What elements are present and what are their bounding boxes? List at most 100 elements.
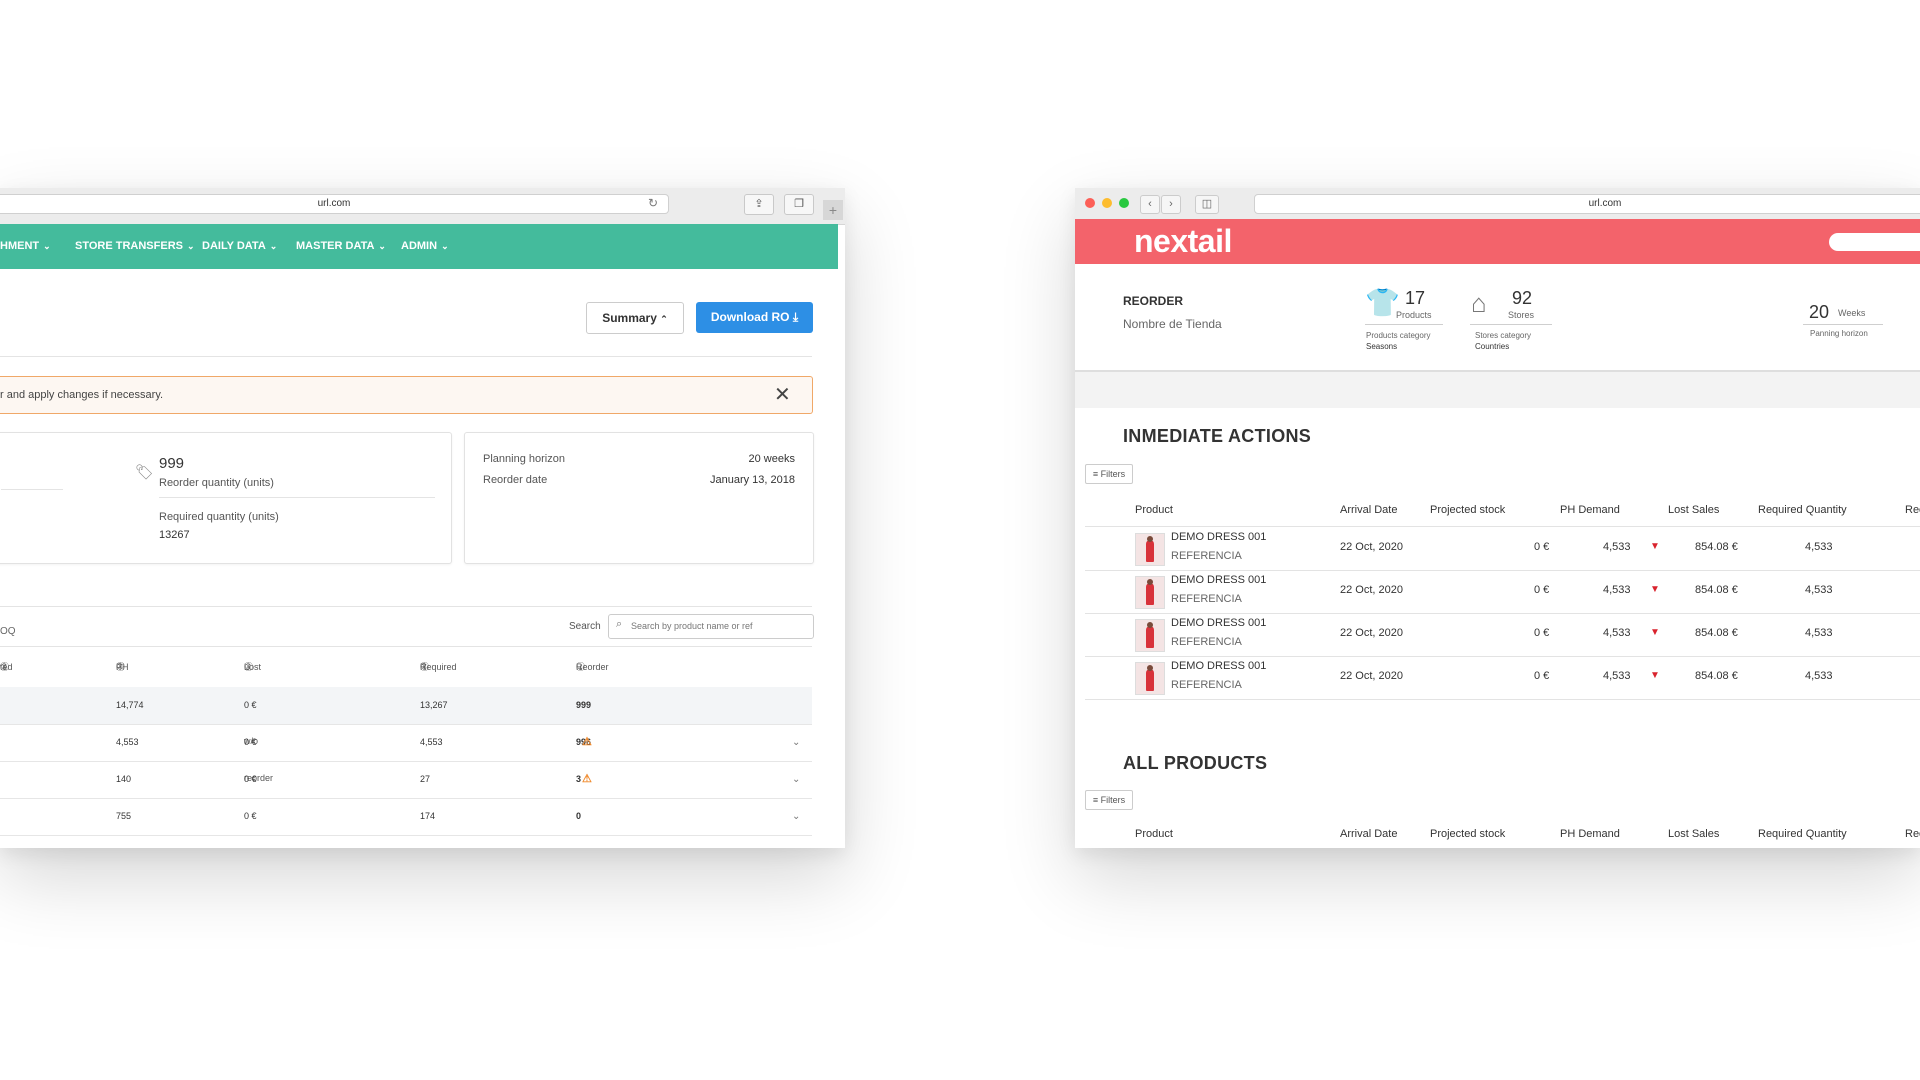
table-row[interactable]: DEMO DRESS 001 REFERENCIA 22 Oct, 2020 0… [1085,570,1920,614]
col-ph-demand[interactable]: PH Demand [1560,504,1620,516]
col-arrival-date[interactable]: Arrival Date [1340,504,1397,516]
address-bar[interactable]: url.com [0,194,669,214]
cell-ph-demand: 4,553 [116,737,139,747]
col-arrival-date[interactable]: Arrival Date [1340,828,1397,840]
minimize-window-icon[interactable] [1102,198,1112,208]
search-placeholder: Search by product name or ref [631,621,753,631]
nav-item-store-transfers[interactable]: STORE TRANSFERS ⌄ [75,224,195,269]
table-row[interactable]: DEMO DRESS 001 REFERENCIA 22 Oct, 2020 0… [1085,613,1920,657]
back-icon[interactable]: ‹ [1140,195,1160,214]
filters-button[interactable]: ≡ Filters [1085,790,1133,810]
product-name: DEMO DRESS 001 [1171,660,1267,672]
cell-projected-stock: 0 € [1534,541,1550,553]
col-projected-stock[interactable]: ted stock ⇳ ⓘ [0,649,21,709]
col-ph-demand[interactable]: PH Demand [1560,828,1620,840]
moq-label: OQ [0,626,16,637]
col-reorder[interactable]: Rec [1905,504,1920,516]
nextail-logo[interactable]: nextail [1134,221,1232,261]
main-nav: HMENT ⌄ STORE TRANSFERS ⌄ DAILY DATA ⌄ MAST… [0,224,838,269]
forward-icon[interactable]: › [1161,195,1181,214]
col-product[interactable]: Product [1135,504,1173,516]
reorder-quantity-label: Reorder quantity (units) [159,477,274,489]
reload-icon[interactable]: ↻ [648,194,658,212]
nav-item-daily-data[interactable]: DAILY DATA ⌄ [202,224,277,269]
reorder-quantity-value: 999 [159,455,185,472]
table-header: ted stock ⇳ ⓘ PH Demand ⇳ ⓘ Lost sales w… [0,649,812,783]
sidebar-icon[interactable]: ◫ [1195,195,1219,214]
new-tab-icon[interactable]: + [823,200,843,220]
product-thumbnail [1135,576,1165,609]
close-icon[interactable]: ✕ [774,377,791,413]
col-projected-stock[interactable]: Projected stock [1430,504,1505,516]
maximize-window-icon[interactable] [1119,198,1129,208]
immediate-actions-title: INMEDIATE ACTIONS [1123,426,1312,446]
divider [159,497,435,498]
col-lost-sales[interactable]: Lost Sales [1668,504,1719,516]
stores-count: 92 [1512,288,1533,308]
col-ph-demand[interactable]: PH Demand ⇳ ⓘ [116,649,150,709]
cell-arrival-date: 22 Oct, 2020 [1340,541,1403,553]
table-row[interactable]: 755 0 € 174 0 ⌄ [0,798,812,836]
table-row[interactable]: 4,553 0 € 4,553 996 ⚠ ⌄ [0,724,812,762]
col-product[interactable]: Product [1135,828,1173,840]
col-reorder-quantity[interactable]: Reorder quantity ⌄ ⓘ [576,649,609,709]
tag-icon: 🏷 [135,464,155,481]
all-products-title: ALL PRODUCTS [1123,753,1268,773]
table-row[interactable]: 140 0 € 27 3 ⚠ ⌄ [0,761,812,799]
browser-toolbar: url.com ↻ ⇪ ❐ [0,188,845,225]
col-lost-sales[interactable]: Lost sales w/o reorder ⇳ ⓘ [244,649,273,783]
chevron-down-icon: ⌄ [441,241,449,251]
share-icon[interactable]: ⇪ [744,194,774,215]
col-reorder[interactable]: Rec [1905,828,1920,840]
quantity-card: 🏷 999 Reorder quantity (units) Required … [0,432,452,564]
products-label: Products [1396,310,1432,320]
tabs-icon[interactable]: ❐ [784,194,814,215]
nav-item-replenishment[interactable]: HMENT ⌄ [0,224,51,269]
expand-chevron-icon[interactable]: ⌄ [792,761,800,798]
warning-icon: ⚠ [582,773,592,785]
reorder-date-value: January 13, 2018 [709,474,795,486]
shirt-icon: 👕 [1365,287,1400,318]
col-required-quantity[interactable]: Required quantity ⇳ ⓘ [420,649,457,709]
nav-item-admin[interactable]: ADMIN ⌄ [401,224,449,269]
spacer-band [1075,372,1920,408]
col-required-quantity[interactable]: Required Quantity [1758,828,1847,840]
products-category-value: Seasons [1366,342,1398,351]
table-row[interactable]: DEMO DRESS 001 REFERENCIA 22 Oct, 2020 0… [1085,527,1920,571]
cell-ph-demand: 4,533 [1603,541,1631,553]
warning-icon: ⚠ [582,736,592,748]
divider [1365,324,1443,325]
summary-button[interactable]: Summary ⌃ [586,302,684,334]
table-row[interactable]: DEMO DRESS 001 REFERENCIA 22 Oct, 2020 0… [1085,656,1920,700]
table-header: Product Arrival Date Projected stock PH … [1085,816,1920,848]
address-bar[interactable]: url.com [1254,194,1920,214]
cell-lost-sales: 0 € [244,737,257,747]
nav-item-master-data[interactable]: MASTER DATA ⌄ [296,224,386,269]
cell-required: 13,267 [420,700,448,710]
horizon-value: 20 [1809,302,1830,322]
cell-reorder: 999 [576,700,592,710]
download-ro-button[interactable]: Download RO ⤓ [696,302,813,333]
divider [1803,324,1883,325]
filter-icon: ≡ [1092,469,1099,479]
col-required-quantity[interactable]: Required Quantity [1758,504,1847,516]
divider [1,489,63,490]
close-window-icon[interactable] [1085,198,1095,208]
filters-button[interactable]: ≡ Filters [1085,464,1133,484]
search-input[interactable]: ⌕ Search by product name or ref [608,614,814,639]
cell-arrival-date: 22 Oct, 2020 [1340,584,1403,596]
product-ref: REFERENCIA [1171,593,1242,605]
expand-chevron-icon[interactable]: ⌄ [792,798,800,835]
col-lost-sales[interactable]: Lost Sales [1668,828,1719,840]
alert-banner: r and apply changes if necessary. ✕ [0,376,813,414]
download-icon: ⤓ [792,310,799,324]
cell-ph-demand: 140 [116,774,132,784]
cell-lost-sales: 0 € [244,811,257,821]
expand-chevron-icon[interactable]: ⌄ [792,724,800,761]
col-projected-stock[interactable]: Projected stock [1430,828,1505,840]
cell-ph-demand: 14,774 [116,700,144,710]
chevron-up-icon: ⌃ [660,314,668,324]
header-search-input[interactable] [1829,233,1920,251]
cell-required: 4,553 [420,737,443,747]
stores-label: Stores [1508,310,1535,320]
